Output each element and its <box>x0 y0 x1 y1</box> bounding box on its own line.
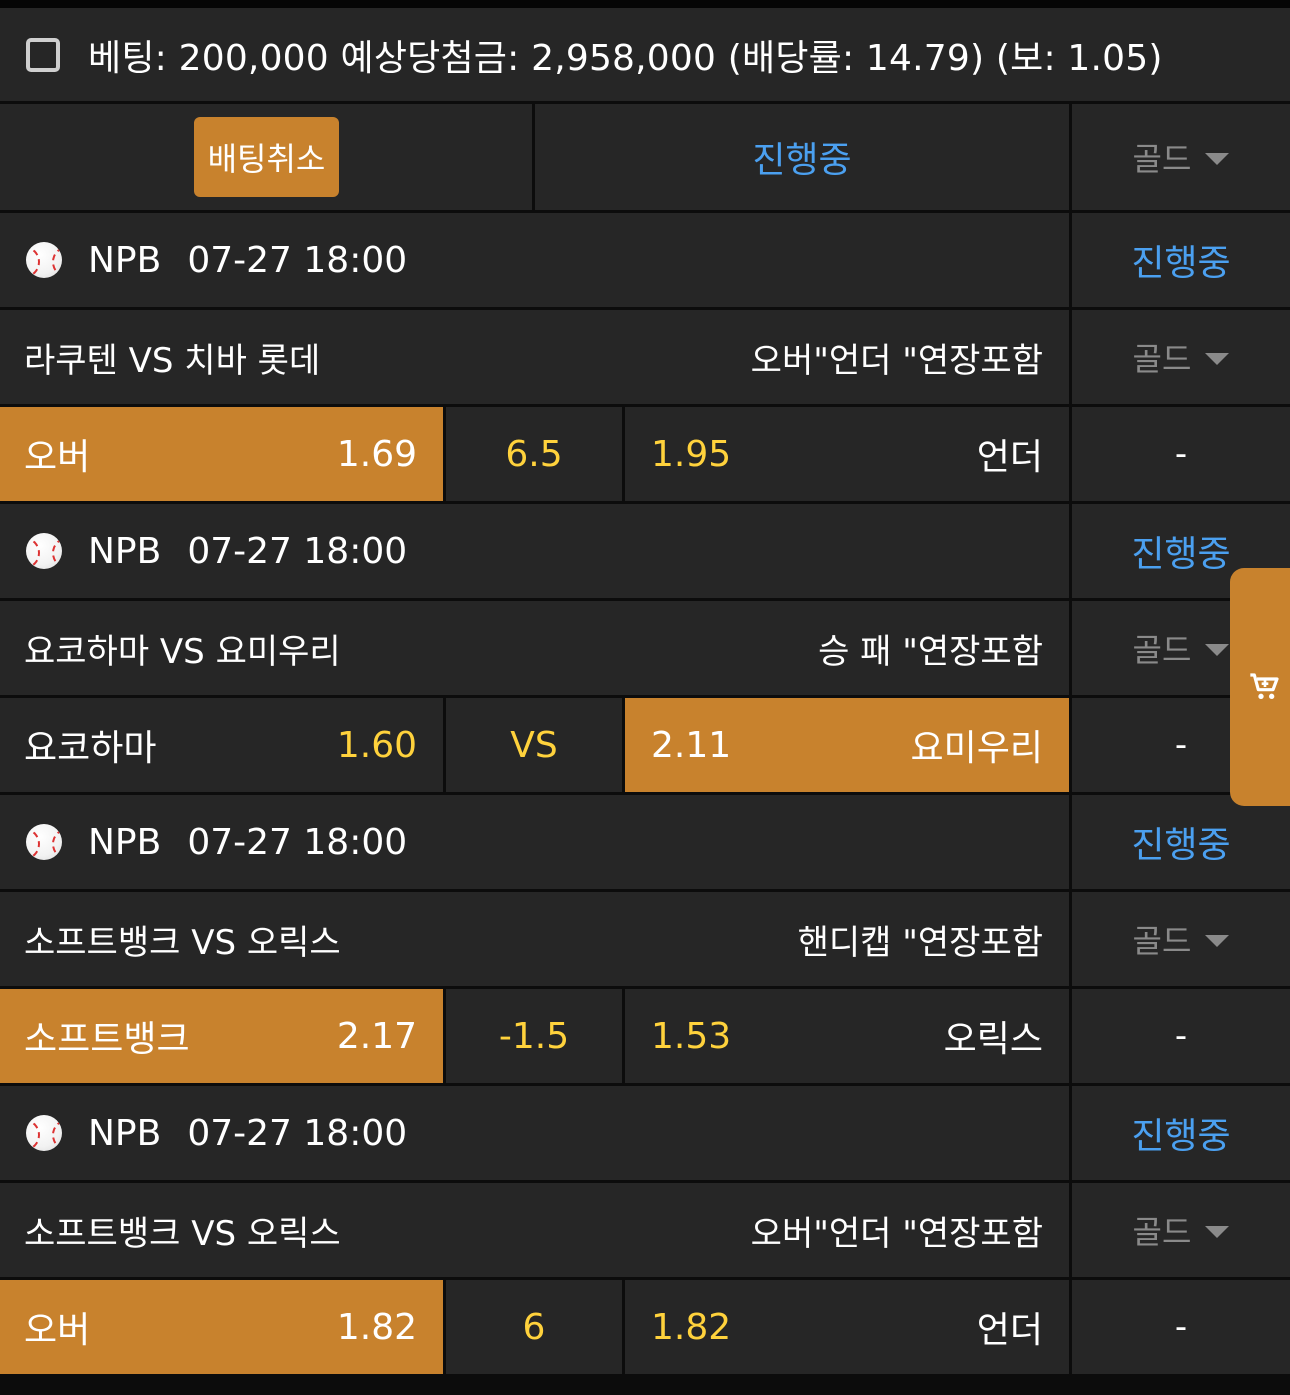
home-odds-value: 2.17 <box>336 1015 417 1057</box>
betslip-cart-button[interactable] <box>1230 568 1290 806</box>
bet-summary-text: 베팅: 200,000 예상당첨금: 2,958,000 (배당률: 14.79… <box>88 37 1163 79</box>
home-selection-name: 요코하마 <box>24 728 157 769</box>
away-odds-value: 2.11 <box>651 724 732 766</box>
home-odds-value: 1.82 <box>336 1306 417 1348</box>
away-odds-value: 1.82 <box>651 1306 732 1348</box>
baseball-icon <box>26 824 62 860</box>
bet-summary-bar: 베팅: 200,000 예상당첨금: 2,958,000 (배당률: 14.79… <box>0 8 1290 101</box>
match-datetime: 07-27 18:00 <box>187 821 408 863</box>
match-datetime: 07-27 18:00 <box>187 239 408 281</box>
match-row: 라쿠텐 VS 치바 롯데 오버"언더 "연장포함 <box>0 310 1069 404</box>
gold-dropdown[interactable]: 골드 <box>1072 1183 1290 1277</box>
line-value: 6 <box>446 1280 622 1374</box>
match-row: 소프트뱅크 VS 오릭스 오버"언더 "연장포함 <box>0 1183 1069 1277</box>
line-value: -1.5 <box>446 989 622 1083</box>
bet-header: NPB 07-27 18:00 <box>0 504 1069 598</box>
away-selection-name: 오릭스 <box>943 1019 1043 1060</box>
gold-dropdown-label: 골드 <box>1132 1213 1192 1251</box>
top-edge <box>0 0 1290 8</box>
bet-result: - <box>1072 1280 1290 1374</box>
home-odds-button[interactable]: 소프트뱅크 2.17 <box>0 989 443 1083</box>
gold-dropdown[interactable]: 골드 <box>1072 892 1290 986</box>
away-odds-button[interactable]: 2.11 요미우리 <box>625 698 1069 792</box>
market-type: 오버"언더 "연장포함 <box>750 340 1043 381</box>
bet-result: - <box>1072 989 1290 1083</box>
bet-status: 진행중 <box>1072 795 1290 889</box>
select-all-checkbox[interactable] <box>26 37 60 72</box>
away-odds-value: 1.95 <box>651 433 732 475</box>
home-selection-name: 오버 <box>24 1310 91 1351</box>
gold-dropdown-label: 골드 <box>1132 340 1192 378</box>
baseball-icon <box>26 1115 62 1151</box>
home-odds-value: 1.69 <box>336 433 417 475</box>
away-selection-name: 요미우리 <box>910 728 1043 769</box>
away-selection-name: 언더 <box>976 437 1043 478</box>
chevron-down-icon <box>1205 353 1230 365</box>
baseball-icon <box>26 533 62 569</box>
bet-header: NPB 07-27 18:00 <box>0 213 1069 307</box>
match-datetime: 07-27 18:00 <box>187 530 408 572</box>
market-type: 승 패 "연장포함 <box>818 631 1043 672</box>
league-label: NPB <box>88 530 162 572</box>
baseball-icon <box>26 242 62 278</box>
match-title: 소프트뱅크 VS 오릭스 <box>24 1213 341 1254</box>
home-odds-button[interactable]: 오버 1.82 <box>0 1280 443 1374</box>
away-odds-button[interactable]: 1.95 언더 <box>625 407 1069 501</box>
home-odds-value: 1.60 <box>336 724 417 766</box>
match-title: 요코하마 VS 요미우리 <box>24 631 341 672</box>
league-label: NPB <box>88 1112 162 1154</box>
match-title: 라쿠텐 VS 치바 롯데 <box>24 340 321 381</box>
market-type: 오버"언더 "연장포함 <box>750 1213 1043 1254</box>
match-row: 요코하마 VS 요미우리 승 패 "연장포함 <box>0 601 1069 695</box>
bet-result: - <box>1072 407 1290 501</box>
home-selection-name: 소프트뱅크 <box>24 1019 190 1060</box>
line-value: 6.5 <box>446 407 622 501</box>
gold-dropdown[interactable]: 골드 <box>1072 104 1290 210</box>
market-type: 핸디캡 "연장포함 <box>797 922 1043 963</box>
status-in-progress: 진행중 <box>535 104 1069 210</box>
chevron-down-icon <box>1205 644 1230 656</box>
gold-dropdown-label: 골드 <box>1132 922 1192 960</box>
away-odds-value: 1.53 <box>651 1015 732 1057</box>
bet-status: 진행중 <box>1072 1086 1290 1180</box>
home-selection-name: 오버 <box>24 437 91 478</box>
bet-status: 진행중 <box>1072 213 1290 307</box>
league-label: NPB <box>88 821 162 863</box>
cart-icon <box>1250 673 1279 699</box>
gold-dropdown-label: 골드 <box>1132 140 1192 178</box>
chevron-down-icon <box>1205 935 1230 947</box>
match-title: 소프트뱅크 VS 오릭스 <box>24 922 341 963</box>
bet-header: NPB 07-27 18:00 <box>0 1086 1069 1180</box>
away-selection-name: 언더 <box>976 1310 1043 1351</box>
chevron-down-icon <box>1205 153 1230 165</box>
bet-header: NPB 07-27 18:00 <box>0 795 1069 889</box>
league-label: NPB <box>88 239 162 281</box>
gold-dropdown-label: 골드 <box>1132 631 1192 669</box>
home-odds-button[interactable]: 요코하마 1.60 <box>0 698 443 792</box>
match-row: 소프트뱅크 VS 오릭스 핸디캡 "연장포함 <box>0 892 1069 986</box>
match-datetime: 07-27 18:00 <box>187 1112 408 1154</box>
home-odds-button[interactable]: 오버 1.69 <box>0 407 443 501</box>
cancel-bet-button[interactable]: 배팅취소 <box>194 117 339 197</box>
gold-dropdown[interactable]: 골드 <box>1072 310 1290 404</box>
line-value: VS <box>446 698 622 792</box>
away-odds-button[interactable]: 1.53 오릭스 <box>625 989 1069 1083</box>
chevron-down-icon <box>1205 1226 1230 1238</box>
away-odds-button[interactable]: 1.82 언더 <box>625 1280 1069 1374</box>
